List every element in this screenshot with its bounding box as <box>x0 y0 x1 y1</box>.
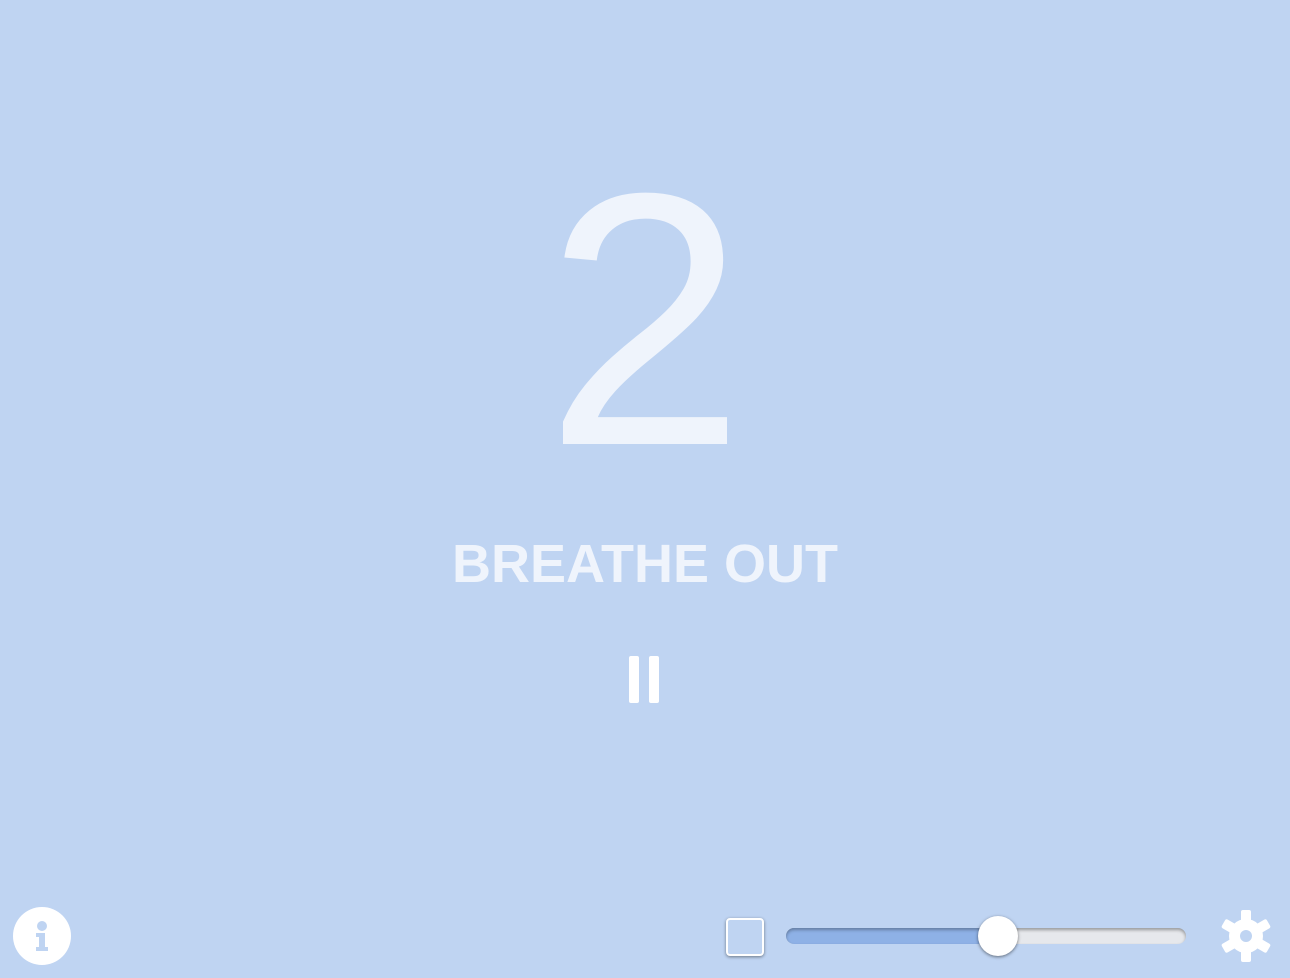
pause-icon-left-bar <box>629 656 639 703</box>
countdown-number: 2 <box>544 119 746 521</box>
info-button[interactable] <box>13 907 71 965</box>
volume-slider-fill <box>786 928 998 944</box>
volume-slider[interactable] <box>786 916 1186 956</box>
breathing-screen: 2 BREATHE OUT <box>0 0 1290 978</box>
sound-toggle-checkbox[interactable] <box>726 918 764 956</box>
pause-button[interactable] <box>620 650 668 708</box>
settings-button[interactable] <box>1219 909 1273 963</box>
volume-slider-thumb[interactable] <box>978 916 1018 956</box>
info-icon <box>36 921 48 951</box>
pause-icon-right-bar <box>649 656 659 703</box>
breath-phase-label: BREATHE OUT <box>452 534 838 594</box>
gear-icon <box>1221 910 1271 962</box>
